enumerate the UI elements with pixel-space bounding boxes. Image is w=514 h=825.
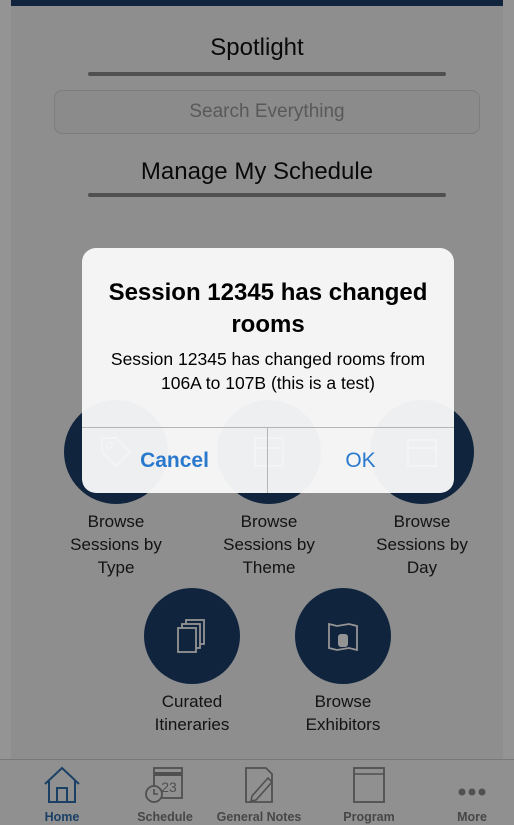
alert-title: Session 12345 has changed rooms: [108, 279, 428, 338]
alert-dialog: Session 12345 has changed rooms Session …: [82, 248, 454, 493]
ok-button[interactable]: OK: [268, 428, 453, 493]
alert-message: Session 12345 has changed rooms from 106…: [110, 349, 426, 393]
cancel-button[interactable]: Cancel: [82, 428, 267, 493]
